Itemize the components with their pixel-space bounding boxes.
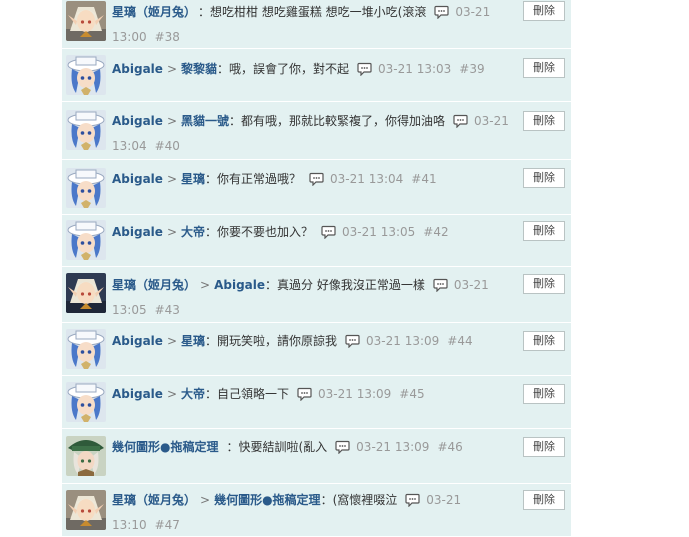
- reply-bubble-icon[interactable]: [433, 277, 448, 299]
- reply-bubble-icon[interactable]: [321, 224, 336, 246]
- comment-row: Abigale > 星璃：你有正常過哦？ 03-21 13:04 #41 刪除: [62, 160, 571, 215]
- white-hat-girl-avatar[interactable]: [66, 110, 106, 150]
- reply-bubble-icon[interactable]: [405, 492, 420, 514]
- comment-row: Abigale > 大帝：自己領略一下 03-21 13:09 #45 刪除: [62, 376, 571, 429]
- delete-button[interactable]: 刪除: [523, 111, 565, 131]
- timestamp: 03-21 13:04: [330, 172, 404, 186]
- reply-bubble-icon[interactable]: [357, 61, 372, 83]
- delete-button[interactable]: 刪除: [523, 331, 565, 351]
- comment-text: ：真過分 好像我沒正常過一樣: [265, 278, 425, 292]
- reply-target-link[interactable]: Abigale: [214, 278, 265, 292]
- comment-text: ：快要結訓啦(亂入: [226, 440, 328, 454]
- comment-body: Abigale > 大帝：你要不要也加入？ 03-21 13:05 #42: [112, 221, 512, 246]
- comment-text: ：想吃柑柑 想吃雞蛋糕 想吃一堆小吃(滾滾: [198, 5, 427, 19]
- delete-button[interactable]: 刪除: [523, 384, 565, 404]
- comment-body: Abigale > 星璃：開玩笑啦，請你原諒我 03-21 13:09 #44: [112, 330, 512, 355]
- timestamp: 03-21 13:09: [318, 387, 392, 401]
- delete-button[interactable]: 刪除: [523, 168, 565, 188]
- reply-bubble-icon[interactable]: [434, 4, 449, 26]
- delete-button[interactable]: 刪除: [523, 437, 565, 457]
- floor-number[interactable]: #40: [155, 139, 180, 153]
- reply-bubble-icon[interactable]: [335, 439, 350, 461]
- white-hat-girl-avatar[interactable]: [66, 168, 106, 208]
- author-link[interactable]: 幾何圖形●拖稿定理: [112, 440, 218, 454]
- comment-body: Abigale > 黑貓一號：都有哦，那就比較緊複了，你得加油咯 03-21 13:0…: [112, 113, 509, 153]
- comment-body: Abigale > 大帝：自己領略一下 03-21 13:09 #45: [112, 383, 512, 408]
- author-link[interactable]: Abigale: [112, 172, 163, 186]
- comment-body: Abigale > 黎黎貓：哦，誤會了你，對不起 03-21 13:03 #39: [112, 58, 512, 83]
- author-link[interactable]: 星璃（姬月兔）: [112, 493, 196, 507]
- timestamp: 03-21 13:09: [366, 334, 440, 348]
- white-hat-girl-avatar[interactable]: [66, 382, 106, 422]
- comment-text: ：開玩笑啦，請你原諒我: [205, 334, 338, 348]
- comment-text: ：你有正常過哦？: [205, 172, 302, 186]
- floor-number[interactable]: #42: [423, 225, 448, 239]
- white-hat-girl-avatar[interactable]: [66, 220, 106, 260]
- comment-row: 星璃（姬月兔） > Abigale：真過分 好像我沒正常過一樣 03-21 13:05…: [62, 267, 571, 323]
- reply-bubble-icon[interactable]: [309, 171, 324, 193]
- comment-row: 星璃（姬月兔） > 幾何圖形●拖稿定理：(窩懷裡啜泣 03-21 13:10 #47 刪…: [62, 484, 571, 537]
- author-link[interactable]: Abigale: [112, 114, 163, 128]
- reply-target-link[interactable]: 星璃: [181, 172, 205, 186]
- author-link[interactable]: 星璃（姬月兔）: [112, 278, 196, 292]
- elf-girl-avatar[interactable]: [66, 1, 106, 41]
- author-link[interactable]: 星璃（姬月兔）: [112, 5, 190, 19]
- reply-bubble-icon[interactable]: [345, 333, 360, 355]
- comment-text: ：哦，誤會了你，對不起: [217, 62, 350, 76]
- floor-number[interactable]: #47: [155, 518, 180, 532]
- comment-row: Abigale > 黑貓一號：都有哦，那就比較緊複了，你得加油咯 03-21 13:0…: [62, 102, 571, 160]
- timestamp: 03-21 13:03: [378, 62, 452, 76]
- reply-target-link[interactable]: 黎黎貓: [181, 62, 217, 76]
- elf-girl-avatar[interactable]: [66, 273, 106, 313]
- elf-girl-avatar[interactable]: [66, 490, 106, 530]
- delete-button[interactable]: 刪除: [523, 490, 565, 510]
- delete-button[interactable]: 刪除: [523, 58, 565, 78]
- reply-target-link[interactable]: 黑貓一號: [181, 114, 229, 128]
- reply-target-link[interactable]: 大帝: [181, 225, 205, 239]
- comment-row: 幾何圖形●拖稿定理 ：快要結訓啦(亂入 03-21 13:09 #46 刪除: [62, 429, 571, 484]
- delete-button[interactable]: 刪除: [523, 1, 565, 21]
- comment-row: 星璃（姬月兔） ：想吃柑柑 想吃雞蛋糕 想吃一堆小吃(滾滾 03-21 13:00 #…: [62, 0, 571, 49]
- comment-row: Abigale > 黎黎貓：哦，誤會了你，對不起 03-21 13:03 #39 刪除: [62, 49, 571, 102]
- green-hat-boy-avatar[interactable]: [66, 436, 106, 476]
- timestamp: 03-21 13:09: [356, 440, 430, 454]
- comment-row: Abigale > 大帝：你要不要也加入？ 03-21 13:05 #42 刪除: [62, 215, 571, 267]
- comment-body: 星璃（姬月兔） ：想吃柑柑 想吃雞蛋糕 想吃一堆小吃(滾滾 03-21 13:00 #…: [112, 1, 512, 48]
- reply-bubble-icon[interactable]: [453, 113, 468, 135]
- floor-number[interactable]: #46: [437, 440, 462, 454]
- timestamp: 03-21 13:05: [342, 225, 416, 239]
- comment-row: Abigale > 星璃：開玩笑啦，請你原諒我 03-21 13:09 #44 刪除: [62, 323, 571, 376]
- floor-number[interactable]: #41: [411, 172, 436, 186]
- comment-body: 幾何圖形●拖稿定理 ：快要結訓啦(亂入 03-21 13:09 #46: [112, 436, 512, 461]
- comment-text: ：都有哦，那就比較緊複了，你得加油咯: [229, 114, 446, 128]
- comment-text: ：你要不要也加入？: [205, 225, 314, 239]
- floor-number[interactable]: #38: [155, 30, 180, 44]
- delete-button[interactable]: 刪除: [523, 221, 565, 241]
- author-link[interactable]: Abigale: [112, 387, 163, 401]
- reply-target-link[interactable]: 星璃: [181, 334, 205, 348]
- comment-body: Abigale > 星璃：你有正常過哦？ 03-21 13:04 #41: [112, 168, 512, 193]
- author-link[interactable]: Abigale: [112, 225, 163, 239]
- author-link[interactable]: Abigale: [112, 62, 163, 76]
- comment-body: 星璃（姬月兔） > Abigale：真過分 好像我沒正常過一樣 03-21 13:05…: [112, 277, 489, 317]
- white-hat-girl-avatar[interactable]: [66, 329, 106, 369]
- reply-target-link[interactable]: 大帝: [181, 387, 205, 401]
- floor-number[interactable]: #39: [459, 62, 484, 76]
- comment-text: ：(窩懷裡啜泣: [320, 493, 398, 507]
- reply-bubble-icon[interactable]: [297, 386, 312, 408]
- delete-button[interactable]: 刪除: [523, 274, 565, 294]
- reply-target-link[interactable]: 幾何圖形●拖稿定理: [214, 493, 320, 507]
- floor-number[interactable]: #43: [155, 303, 180, 317]
- comment-text: ：自己領略一下: [205, 387, 290, 401]
- author-link[interactable]: Abigale: [112, 334, 163, 348]
- comment-body: 星璃（姬月兔） > 幾何圖形●拖稿定理：(窩懷裡啜泣 03-21 13:10 #47: [112, 492, 462, 532]
- floor-number[interactable]: #44: [447, 334, 472, 348]
- white-hat-girl-avatar[interactable]: [66, 55, 106, 95]
- floor-number[interactable]: #45: [399, 387, 424, 401]
